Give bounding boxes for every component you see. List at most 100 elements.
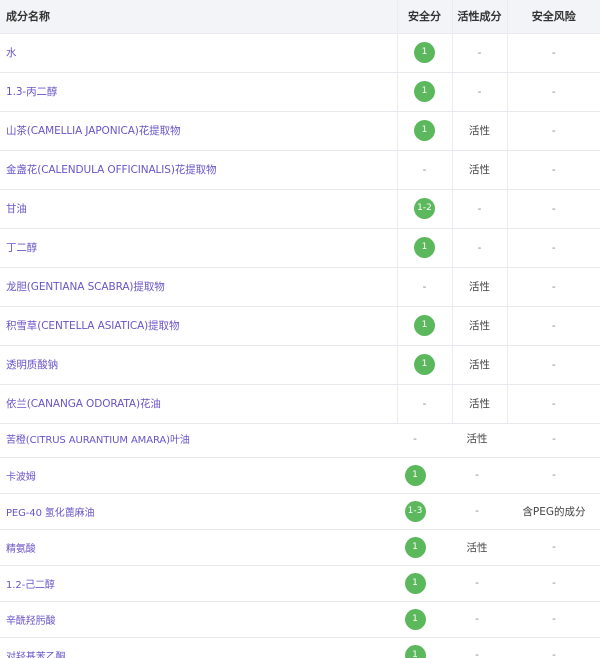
ingredient-name-link[interactable]: 龙胆(GENTIANA SCABRA)提取物: [0, 267, 398, 307]
safety-score-badge: 1: [404, 572, 426, 594]
safety-risk-cell: -: [507, 111, 600, 151]
ingredient-name-link[interactable]: 丁二醇: [0, 228, 398, 268]
ingredient-name-link[interactable]: 甘油: [0, 189, 398, 229]
safety-risk-cell: -: [507, 33, 600, 73]
safety-risk-cell: -: [507, 228, 600, 268]
safety-risk-cell: -: [507, 150, 600, 190]
ingredient-name-text: PEG-40 氢化蓖麻油: [6, 507, 95, 519]
safety-risk-cell: -: [507, 72, 600, 112]
active-ingredient-cell: -: [446, 493, 508, 530]
ingredient-table-bottom: 苦橙(CITRUS AURANTIUM AMARA)叶油 - 活性 - 卡波姆 1- - PE…: [0, 421, 600, 658]
table-row: 山茶(CAMELLIA JAPONICA)花提取物 1 活性 -: [0, 111, 600, 151]
active-ingredient-cell: -: [446, 457, 508, 494]
ingredient-name-text: 山茶(CAMELLIA JAPONICA)花提取物: [6, 125, 181, 137]
active-ingredient-cell: 活性: [452, 345, 508, 385]
safety-risk-cell: -: [507, 384, 600, 424]
safety-risk-cell: -: [507, 345, 600, 385]
safety-score-cell: 1: [384, 601, 446, 638]
table-row: 精氨酸 1 活性 -: [0, 529, 600, 566]
table-row: 丁二醇 1- -: [0, 228, 600, 268]
active-ingredient-cell: -: [452, 228, 508, 268]
table-row: 卡波姆 1- -: [0, 457, 600, 494]
ingredient-name-text: 龙胆(GENTIANA SCABRA)提取物: [6, 281, 165, 293]
active-ingredient-cell: 活性: [452, 384, 508, 424]
ingredient-name-link[interactable]: 精氨酸: [0, 529, 384, 566]
ingredient-name-text: 甘油: [6, 203, 27, 215]
table-row: 依兰(CANANGA ODORATA)花油 - 活性 -: [0, 384, 600, 424]
ingredient-name-link[interactable]: 卡波姆: [0, 457, 384, 494]
safety-score-cell: 1: [397, 345, 453, 385]
safety-score-cell: 1: [384, 529, 446, 566]
header-ingredient-name: 成分名称: [0, 0, 398, 34]
ingredient-name-text: 1.3-丙二醇: [6, 86, 58, 98]
safety-risk-cell: -: [508, 529, 600, 566]
safety-score-badge: 1: [404, 644, 426, 658]
safety-score-badge: 1: [404, 464, 426, 486]
ingredient-name-link[interactable]: 积雪草(CENTELLA ASIATICA)提取物: [0, 306, 398, 346]
table-header-row: 成分名称 安全分 活性成分 安全风险: [0, 0, 600, 34]
ingredient-table-top: 成分名称 安全分 活性成分 安全风险 水 1- -1.3-丙二醇 1- - 山茶(CAME…: [0, 0, 600, 424]
safety-score-cell: 1: [384, 637, 446, 658]
ingredient-name-text: 1.2-己二醇: [6, 579, 55, 591]
active-ingredient-cell: -: [452, 33, 508, 73]
table-row: 1.2-己二醇 1- -: [0, 565, 600, 602]
ingredient-name-link[interactable]: 1.2-己二醇: [0, 565, 384, 602]
active-ingredient-cell: -: [446, 637, 508, 658]
ingredient-name-link[interactable]: 金盏花(CALENDULA OFFICINALIS)花提取物: [0, 150, 398, 190]
safety-score-cell: 1: [397, 111, 453, 151]
header-risk: 安全风险: [507, 0, 600, 34]
safety-score-badge: 1-3: [404, 500, 426, 522]
ingredient-name-link[interactable]: 山茶(CAMELLIA JAPONICA)花提取物: [0, 111, 398, 151]
table-row: 金盏花(CALENDULA OFFICINALIS)花提取物 - 活性 -: [0, 150, 600, 190]
active-ingredient-cell: 活性: [446, 529, 508, 566]
safety-score-badge: 1: [414, 354, 435, 375]
ingredient-name-text: 对羟基苯乙酮: [6, 651, 66, 658]
table-row: 1.3-丙二醇 1- -: [0, 72, 600, 112]
ingredient-name-link[interactable]: PEG-40 氢化蓖麻油: [0, 493, 384, 530]
safety-score-cell: 1: [397, 33, 453, 73]
safety-score-badge: 1: [404, 608, 426, 630]
active-ingredient-cell: 活性: [452, 111, 508, 151]
active-ingredient-cell: -: [446, 601, 508, 638]
table-row: 透明质酸钠 1 活性 -: [0, 345, 600, 385]
active-ingredient-cell: -: [452, 72, 508, 112]
ingredient-name-text: 积雪草(CENTELLA ASIATICA)提取物: [6, 320, 180, 332]
header-safety-score: 安全分: [397, 0, 453, 34]
table-row: 辛酰羟肟酸 1- -: [0, 601, 600, 638]
ingredient-name-text: 水: [6, 47, 17, 59]
table-row: 积雪草(CENTELLA ASIATICA)提取物 1 活性 -: [0, 306, 600, 346]
table-row: PEG-40 氢化蓖麻油 1-3- 含PEG的成分: [0, 493, 600, 530]
table-row: 对羟基苯乙酮 1 - -: [0, 637, 600, 658]
safety-score-badge: 1: [414, 315, 435, 336]
ingredient-name-link[interactable]: 依兰(CANANGA ODORATA)花油: [0, 384, 398, 424]
ingredient-name-text: 卡波姆: [6, 471, 36, 483]
safety-score-cell: 1: [384, 457, 446, 494]
header-active: 活性成分: [452, 0, 508, 34]
active-ingredient-cell: 活性: [452, 267, 508, 307]
safety-score-badge: 1: [414, 42, 435, 63]
active-ingredient-cell: -: [446, 565, 508, 602]
safety-score-badge: 1: [414, 237, 435, 258]
ingredient-name-text: 精氨酸: [6, 543, 36, 555]
safety-risk-cell: -: [507, 306, 600, 346]
table-row: 苦橙(CITRUS AURANTIUM AMARA)叶油 - 活性 -: [0, 421, 600, 458]
safety-score-cell: 1: [384, 565, 446, 602]
ingredient-name-link[interactable]: 1.3-丙二醇: [0, 72, 398, 112]
active-ingredient-cell: 活性: [452, 306, 508, 346]
safety-score-badge: 1: [414, 120, 435, 141]
safety-score-cell: 1: [397, 306, 453, 346]
safety-risk-cell: 含PEG的成分: [508, 493, 600, 530]
safety-risk-cell: -: [508, 565, 600, 602]
active-ingredient-cell: -: [452, 189, 508, 229]
safety-risk-cell: -: [508, 601, 600, 638]
ingredient-name-link[interactable]: 对羟基苯乙酮: [0, 637, 384, 658]
ingredient-name-link[interactable]: 苦橙(CITRUS AURANTIUM AMARA)叶油: [0, 421, 384, 458]
safety-score-cell: 1: [397, 228, 453, 268]
safety-score-badge: 1-2: [414, 198, 435, 219]
safety-risk-cell: -: [507, 189, 600, 229]
table-row: 甘油 1-2- -: [0, 189, 600, 229]
ingredient-name-link[interactable]: 水: [0, 33, 398, 73]
ingredient-name-link[interactable]: 辛酰羟肟酸: [0, 601, 384, 638]
safety-score-badge: 1: [404, 536, 426, 558]
ingredient-name-link[interactable]: 透明质酸钠: [0, 345, 398, 385]
